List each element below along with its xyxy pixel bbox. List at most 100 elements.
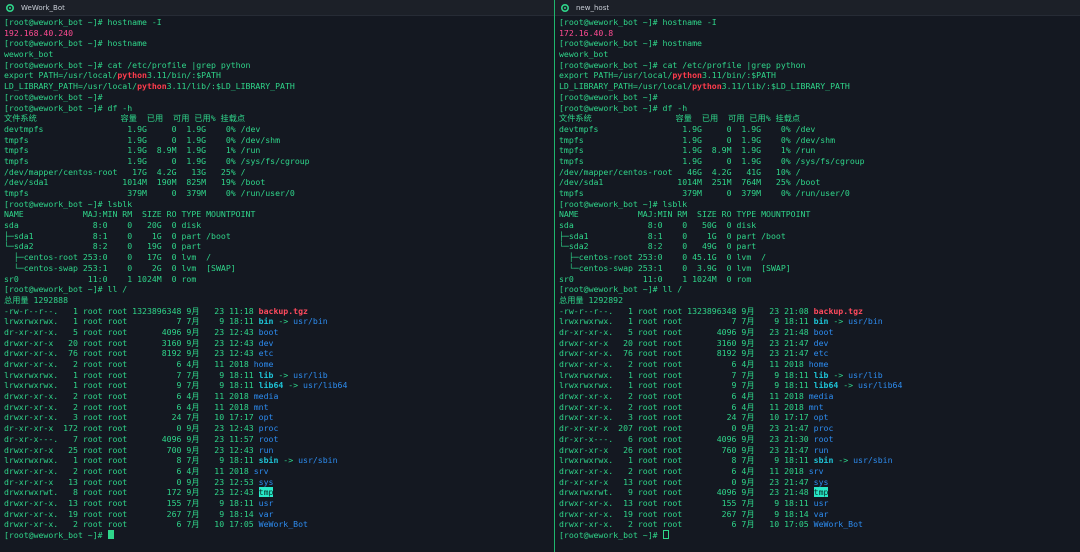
terminal-line: 文件系统 容量 已用 可用 已用% 挂载点 (559, 113, 1078, 124)
terminal-text-plain: └─centos-swap 253:1 0 2G 0 lvm [SWAP] (4, 262, 236, 273)
terminal-text-dir: media (808, 391, 834, 402)
terminal-output[interactable]: [root@wework_bot ~]# hostname -I 172.16.4… (559, 17, 1078, 541)
terminal-text-plain: lrwxrwxrwx. 1 root root 9 7月 9 18:11 (4, 380, 259, 391)
terminal-text-link: sbin (258, 455, 279, 466)
terminal-line: wework_bot (559, 49, 1078, 60)
terminal-line: lrwxrwxrwx. 1 root root 9 7月 9 18:11 lib… (559, 380, 1078, 391)
terminal-line: lrwxrwxrwx. 1 root root 9 7月 9 18:11 lib… (4, 380, 552, 391)
terminal-text-plain: 文件系统 容量 已用 可用 已用% 挂载点 (4, 113, 246, 124)
terminal-text-plain: dr-xr-xr-x 172 root root 0 9月 23 12:43 (4, 423, 259, 434)
terminal-line: dr-xr-xr-x 172 root root 0 9月 23 12:43 p… (4, 423, 552, 434)
terminal-line: NAME MAJ:MIN RM SIZE RO TYPE MOUNTPOINT (4, 209, 552, 220)
terminal-text-plain: [root@wework_bot ~]# lsblk (4, 198, 133, 209)
terminal-line: ├─sda1 8:1 0 1G 0 part /boot (559, 231, 1078, 242)
terminal-text-plain: drwxr-xr-x. 2 root root 6 4月 11 2018 (4, 359, 254, 369)
terminal-text-hl: python (672, 70, 702, 81)
terminal-text-plain: 总用量 1292892 (559, 294, 623, 305)
terminal-text-dir: srv (808, 465, 824, 476)
terminal-text-plain: drwxr-xr-x. 2 root root 6 4月 11 2018 (559, 391, 809, 402)
terminal-text-dir: boot (813, 326, 834, 337)
terminal-text-plain: └─centos-swap 253:1 0 3.9G 0 lvm [SWAP] (559, 262, 791, 273)
terminal-line: sda 8:0 0 20G 0 disk (4, 220, 552, 231)
terminal-output[interactable]: [root@wework_bot ~]# hostname -I 192.168.… (4, 17, 552, 541)
terminal-text-plain: [root@wework_bot ~]# hostname -I (559, 17, 717, 27)
tab-title: WeWork_Bot (21, 3, 65, 12)
terminal-text-plain: export PATH=/usr/local/ (559, 70, 673, 81)
terminal-tab-right[interactable]: new_host (555, 0, 1080, 16)
terminal-text-dir: mnt (253, 401, 269, 412)
terminal-line: lrwxrwxrwx. 1 root root 7 7月 9 18:11 lib… (559, 370, 1078, 381)
terminal-line: ├─sda1 8:1 0 1G 0 part /boot (4, 231, 552, 242)
terminal-line: lrwxrwxrwx. 1 root root 7 7月 9 18:11 bin… (559, 316, 1078, 327)
terminal-text-dir: home (808, 359, 829, 369)
terminal-text-plain: drwxr-xr-x. 2 root root 6 4月 11 2018 (4, 401, 254, 412)
terminal-line: ├─centos-root 253:0 0 17G 0 lvm / (4, 252, 552, 263)
terminal-line: drwxr-xr-x. 76 root root 8192 9月 23 12:4… (4, 348, 552, 359)
terminal-tab-left[interactable]: WeWork_Bot (0, 0, 554, 16)
terminal-line: drwxr-xr-x 26 root root 760 9月 23 21:47 … (559, 445, 1078, 456)
terminal-text-plain: [root@wework_bot ~]# cat /etc/profile |g… (559, 59, 806, 70)
terminal-line: [root@wework_bot ~]# ll / (559, 284, 1078, 295)
terminal-text-dir: run (258, 444, 274, 455)
terminal-text-plain: dr-xr-xr-x. 5 root root 4096 9月 23 21:48 (559, 326, 814, 337)
terminal-line: sr0 11:0 1 1024M 0 rom (559, 274, 1078, 285)
terminal-text-plain: drwxr-xr-x 20 root root 3160 9月 23 12:43 (4, 337, 259, 348)
terminal-line: export PATH=/usr/local/python3.11/bin/:$… (4, 70, 552, 81)
app-window: WeWork_Bot [root@wework_bot ~]# hostname… (0, 0, 1080, 552)
terminal-line: lrwxrwxrwx. 1 root root 8 7月 9 18:11 sbi… (559, 455, 1078, 466)
terminal-line: /dev/mapper/centos-root 17G 4.2G 13G 25%… (4, 167, 552, 178)
terminal-line: └─centos-swap 253:1 0 2G 0 lvm [SWAP] (4, 263, 552, 274)
terminal-line: 总用量 1292888 (4, 295, 552, 306)
terminal-line: tmpfs 379M 0 379M 0% /run/user/0 (4, 188, 552, 199)
terminal-text-plain: -> (828, 316, 849, 327)
terminal-line: tmpfs 1.9G 0 1.9G 0% /dev/shm (4, 135, 552, 146)
terminal-text-plain: [root@wework_bot ~]# (4, 530, 108, 540)
terminal-text-plain: -> (273, 316, 294, 327)
terminal-text-plain: tmpfs 379M 0 379M 0% /run/user/0 (4, 188, 295, 198)
terminal-line: [root@wework_bot ~]# lsblk (559, 199, 1078, 210)
terminal-text-plain: -> (833, 455, 854, 466)
terminal-text-plain: wework_bot (4, 49, 54, 60)
terminal-text-link: lib (258, 369, 274, 380)
terminal-text-plain: drwxr-xr-x 25 root root 700 9月 23 12:43 (4, 444, 259, 455)
terminal-text-plain: [root@wework_bot ~]# cat /etc/profile |g… (4, 59, 251, 70)
terminal-text-plain: -> (838, 380, 859, 391)
terminal-line: [root@wework_bot ~]# (559, 92, 1078, 103)
terminal-text-plain: drwxr-xr-x. 76 root root 8192 9月 23 12:4… (4, 348, 259, 359)
terminal-pane-left[interactable]: WeWork_Bot [root@wework_bot ~]# hostname… (0, 0, 554, 552)
terminal-line: drwxr-xr-x. 2 root root 6 4月 11 2018 srv (4, 466, 552, 477)
terminal-line: drwxr-xr-x. 2 root root 6 4月 11 2018 med… (559, 391, 1078, 402)
terminal-text-plain: [root@wework_bot ~]# ll / (4, 284, 128, 295)
terminal-text-plain: drwxr-xr-x. 3 root root 24 7月 10 17:17 (4, 412, 259, 423)
terminal-text-dir: usr/sbin (298, 455, 338, 466)
terminal-text-plain: drwxr-xr-x. 19 root root 267 7月 9 18:14 (4, 508, 259, 519)
terminal-text-plain: sr0 11:0 1 1024M 0 rom (4, 273, 197, 284)
terminal-line: NAME MAJ:MIN RM SIZE RO TYPE MOUNTPOINT (559, 209, 1078, 220)
terminal-line: drwxrwxrwt. 9 root root 4096 9月 23 21:48… (559, 487, 1078, 498)
terminal-line: /dev/sda1 1014M 190M 825M 19% /boot (4, 177, 552, 188)
terminal-pane-right[interactable]: new_host [root@wework_bot ~]# hostname -… (555, 0, 1080, 552)
terminal-line: [root@wework_bot ~]# hostname (4, 38, 552, 49)
terminal-text-dir: proc (258, 423, 279, 434)
terminal-line: tmpfs 1.9G 0 1.9G 0% /dev/shm (559, 135, 1078, 146)
terminal-text-plain: devtmpfs 1.9G 0 1.9G 0% /dev (559, 123, 816, 134)
terminal-text-plain: 3.11/bin/:$PATH (146, 70, 221, 81)
terminal-text-dir: WeWork_Bot (258, 519, 308, 530)
terminal-text-plain: export PATH=/usr/local/ (4, 70, 118, 81)
terminal-line: lrwxrwxrwx. 1 root root 8 7月 9 18:11 sbi… (4, 455, 552, 466)
terminal-text-plain: drwxr-xr-x. 76 root root 8192 9月 23 21:4… (559, 348, 814, 359)
terminal-line: [root@wework_bot ~]# (4, 530, 552, 541)
terminal-text-plain: -> (278, 455, 299, 466)
terminal-text-archive: backup.tgz (813, 305, 863, 316)
terminal-line: LD_LIBRARY_PATH=/usr/local/python3.11/li… (559, 81, 1078, 92)
terminal-text-dir: root (813, 433, 834, 444)
terminal-line: [root@wework_bot ~]# df -h (4, 103, 552, 114)
terminal-line: drwxr-xr-x. 2 root root 6 7月 10 17:05 We… (4, 519, 552, 530)
tab-title: new_host (576, 3, 610, 12)
terminal-line: [root@wework_bot ~]# (559, 530, 1078, 541)
terminal-text-plain: drwxr-xr-x 26 root root 760 9月 23 21:47 (559, 444, 814, 455)
terminal-text-dir: var (813, 508, 829, 519)
terminal-text-plain: tmpfs 1.9G 0 1.9G 0% /dev/shm (4, 134, 281, 145)
terminal-text-link: sbin (813, 455, 834, 466)
terminal-text-link: bin (258, 316, 274, 327)
